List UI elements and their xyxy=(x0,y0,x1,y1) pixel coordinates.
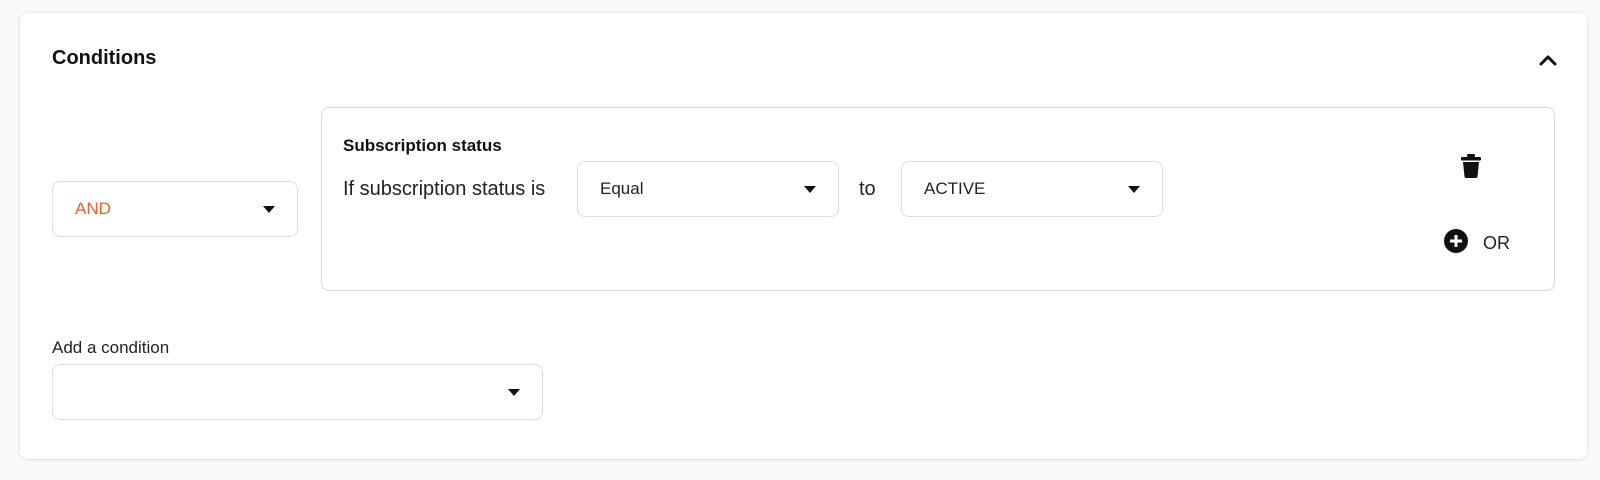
logic-operator-select[interactable]: AND xyxy=(52,181,298,237)
chevron-up-icon xyxy=(1539,53,1557,71)
add-condition-select[interactable] xyxy=(52,364,543,420)
caret-down-icon xyxy=(1128,185,1140,193)
caret-down-icon xyxy=(804,185,816,193)
value-select[interactable]: ACTIVE xyxy=(901,161,1163,217)
condition-text: If subscription status is xyxy=(343,178,546,200)
collapse-button[interactable] xyxy=(1535,49,1561,75)
connector-text: to xyxy=(859,178,876,200)
condition-title: Subscription status xyxy=(343,136,502,155)
operator-value: Equal xyxy=(600,179,644,198)
plus-circle-icon xyxy=(1443,228,1469,259)
caret-down-icon xyxy=(263,205,275,213)
or-label: OR xyxy=(1483,232,1510,253)
delete-condition-button[interactable] xyxy=(1455,152,1487,184)
trash-icon xyxy=(1461,153,1481,183)
operator-select[interactable]: Equal xyxy=(577,161,839,217)
caret-down-icon xyxy=(508,388,520,396)
add-or-condition-button[interactable]: OR xyxy=(1443,228,1510,259)
conditions-panel: Conditions AND Subscription status If su… xyxy=(20,13,1587,459)
logic-operator-value: AND xyxy=(75,199,111,218)
panel-title: Conditions xyxy=(52,47,157,69)
add-condition-label: Add a condition xyxy=(52,338,170,357)
condition-group: Subscription status If subscription stat… xyxy=(321,107,1555,291)
value-selected: ACTIVE xyxy=(924,179,986,198)
